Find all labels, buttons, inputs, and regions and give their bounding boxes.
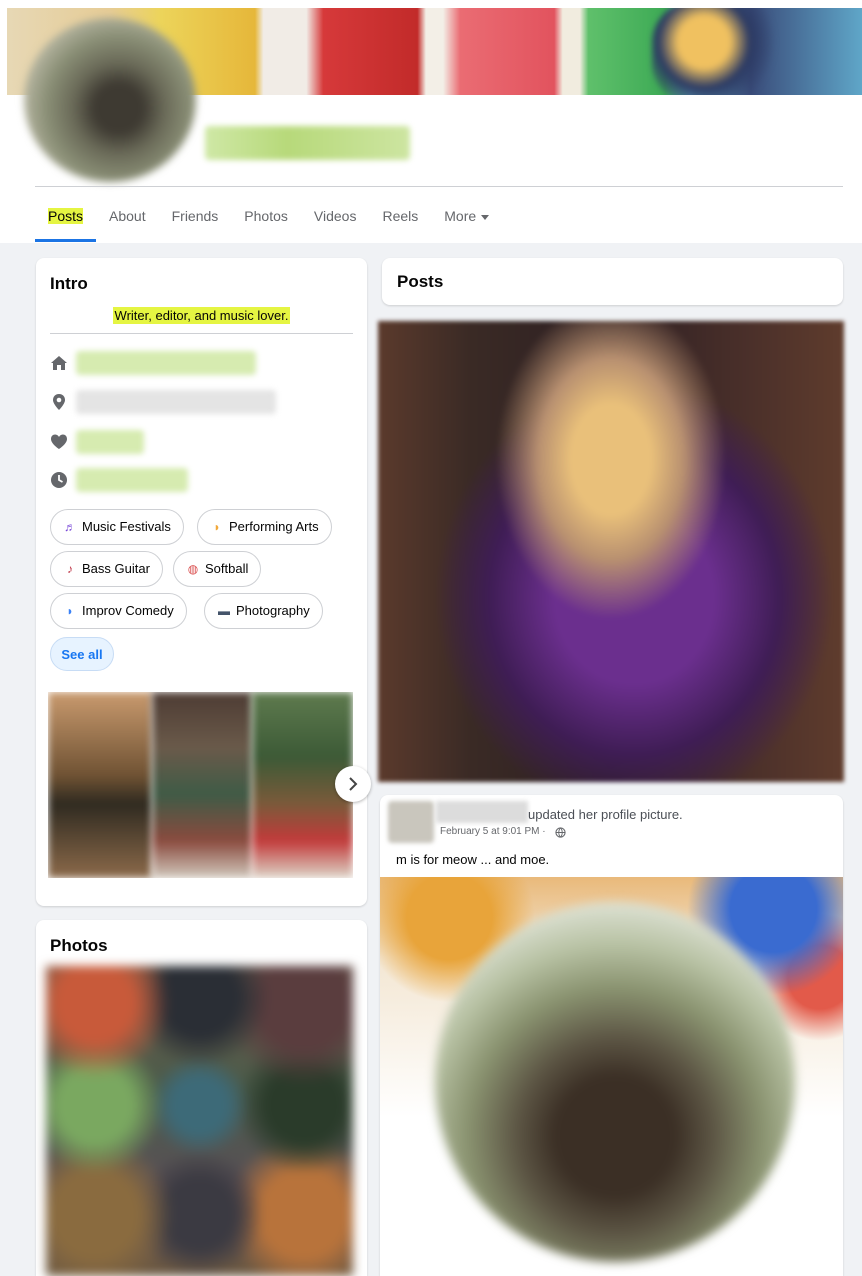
post-author-name-blurred[interactable] [436, 801, 528, 823]
intro-title: Intro [50, 274, 88, 293]
tab-label: About [109, 208, 146, 224]
hobby-label: Performing Arts [229, 519, 319, 534]
tab-label: Reels [382, 208, 419, 224]
intro-divider [50, 333, 353, 334]
hobby-label: Music Festivals [82, 519, 171, 534]
tab-videos[interactable]: Videos [301, 198, 370, 242]
tab-more[interactable]: More [431, 198, 502, 242]
post-text: m is for meow ... and moe. [396, 852, 550, 867]
intro-bio: Writer, editor, and music lover. [36, 307, 367, 324]
tab-label: Posts [48, 208, 84, 224]
hobby-chip-performing-arts[interactable]: ◗ Performing Arts [197, 509, 332, 545]
guitar-icon: ♪ [67, 562, 73, 576]
globe-icon [555, 827, 566, 838]
hobby-chip-improv-comedy[interactable]: ◗ Improv Comedy [50, 593, 187, 629]
camera-icon: ▬ [218, 604, 230, 618]
tab-about[interactable]: About [96, 198, 159, 242]
bio-text: Writer, editor, and music lover. [112, 307, 291, 324]
post-media[interactable] [378, 321, 844, 782]
hobby-label: Bass Guitar [82, 561, 150, 576]
hobby-chip-softball[interactable]: ◍ Softball [173, 551, 262, 587]
intro-card: Intro Writer, editor, and music lover. ♬… [36, 258, 371, 906]
tab-friends[interactable]: Friends [159, 198, 232, 242]
profile-name-blurred [205, 126, 410, 160]
posts-title: Posts [397, 272, 444, 291]
profile-header: Posts About Friends Photos Videos Reels … [0, 0, 862, 243]
tab-label: Photos [244, 208, 288, 224]
header-divider [35, 186, 843, 187]
profile-tabs: Posts About Friends Photos Videos Reels … [35, 198, 502, 242]
tab-posts[interactable]: Posts [35, 198, 97, 242]
featured-photos[interactable] [48, 692, 353, 878]
tab-photos[interactable]: Photos [231, 198, 301, 242]
featured-photo[interactable] [48, 692, 152, 878]
detail-row-location [50, 389, 350, 415]
hobby-chip-music-festivals[interactable]: ♬ Music Festivals [50, 509, 184, 545]
photos-card: Photos [36, 920, 367, 1276]
post-timestamp[interactable]: February 5 at 9:01 PM · [440, 826, 546, 837]
location-pin-icon [53, 394, 65, 410]
detail-row-joined [50, 467, 350, 493]
post-author-avatar[interactable] [388, 801, 434, 843]
cover-figure [652, 8, 782, 95]
photos-title: Photos [50, 936, 108, 955]
featured-next-button[interactable] [335, 766, 371, 802]
hobby-label: Improv Comedy [82, 603, 174, 618]
hobby-label: Photography [236, 603, 310, 618]
music-festival-icon: ♬ [64, 520, 76, 534]
profile-avatar[interactable] [24, 18, 196, 182]
tab-label: Videos [313, 208, 357, 224]
detail-blurred [76, 430, 144, 454]
see-all-button[interactable]: See all [50, 637, 114, 671]
theater-masks-icon: ◗ [66, 604, 74, 618]
tab-label: More [444, 208, 477, 224]
post-image[interactable] [380, 877, 843, 1276]
detail-row-home [50, 350, 350, 376]
softball-icon: ◍ [187, 562, 199, 576]
profile-picture-preview [435, 902, 795, 1262]
caret-down-icon [481, 214, 490, 220]
clock-icon [51, 472, 67, 488]
detail-blurred [76, 351, 256, 375]
hobby-chip-bass-guitar[interactable]: ♪ Bass Guitar [50, 551, 163, 587]
featured-photo[interactable] [152, 692, 252, 878]
posts-header-card: Posts [382, 258, 843, 305]
detail-row-relationship [50, 429, 350, 455]
tab-reels[interactable]: Reels [369, 198, 431, 242]
detail-blurred [76, 468, 188, 492]
heart-icon [51, 434, 67, 449]
chevron-right-icon [349, 777, 358, 791]
post-card: updated her profile picture. February 5 … [380, 795, 843, 1276]
hobby-label: Softball [205, 561, 249, 576]
photo-grid[interactable] [46, 966, 353, 1276]
hobby-chip-photography[interactable]: ▬ Photography [204, 593, 323, 629]
detail-blurred [76, 390, 276, 414]
tab-label: Friends [171, 208, 219, 224]
post-action-text: updated her profile picture. [528, 807, 683, 822]
home-icon [51, 356, 67, 370]
theater-masks-icon: ◗ [213, 520, 221, 534]
